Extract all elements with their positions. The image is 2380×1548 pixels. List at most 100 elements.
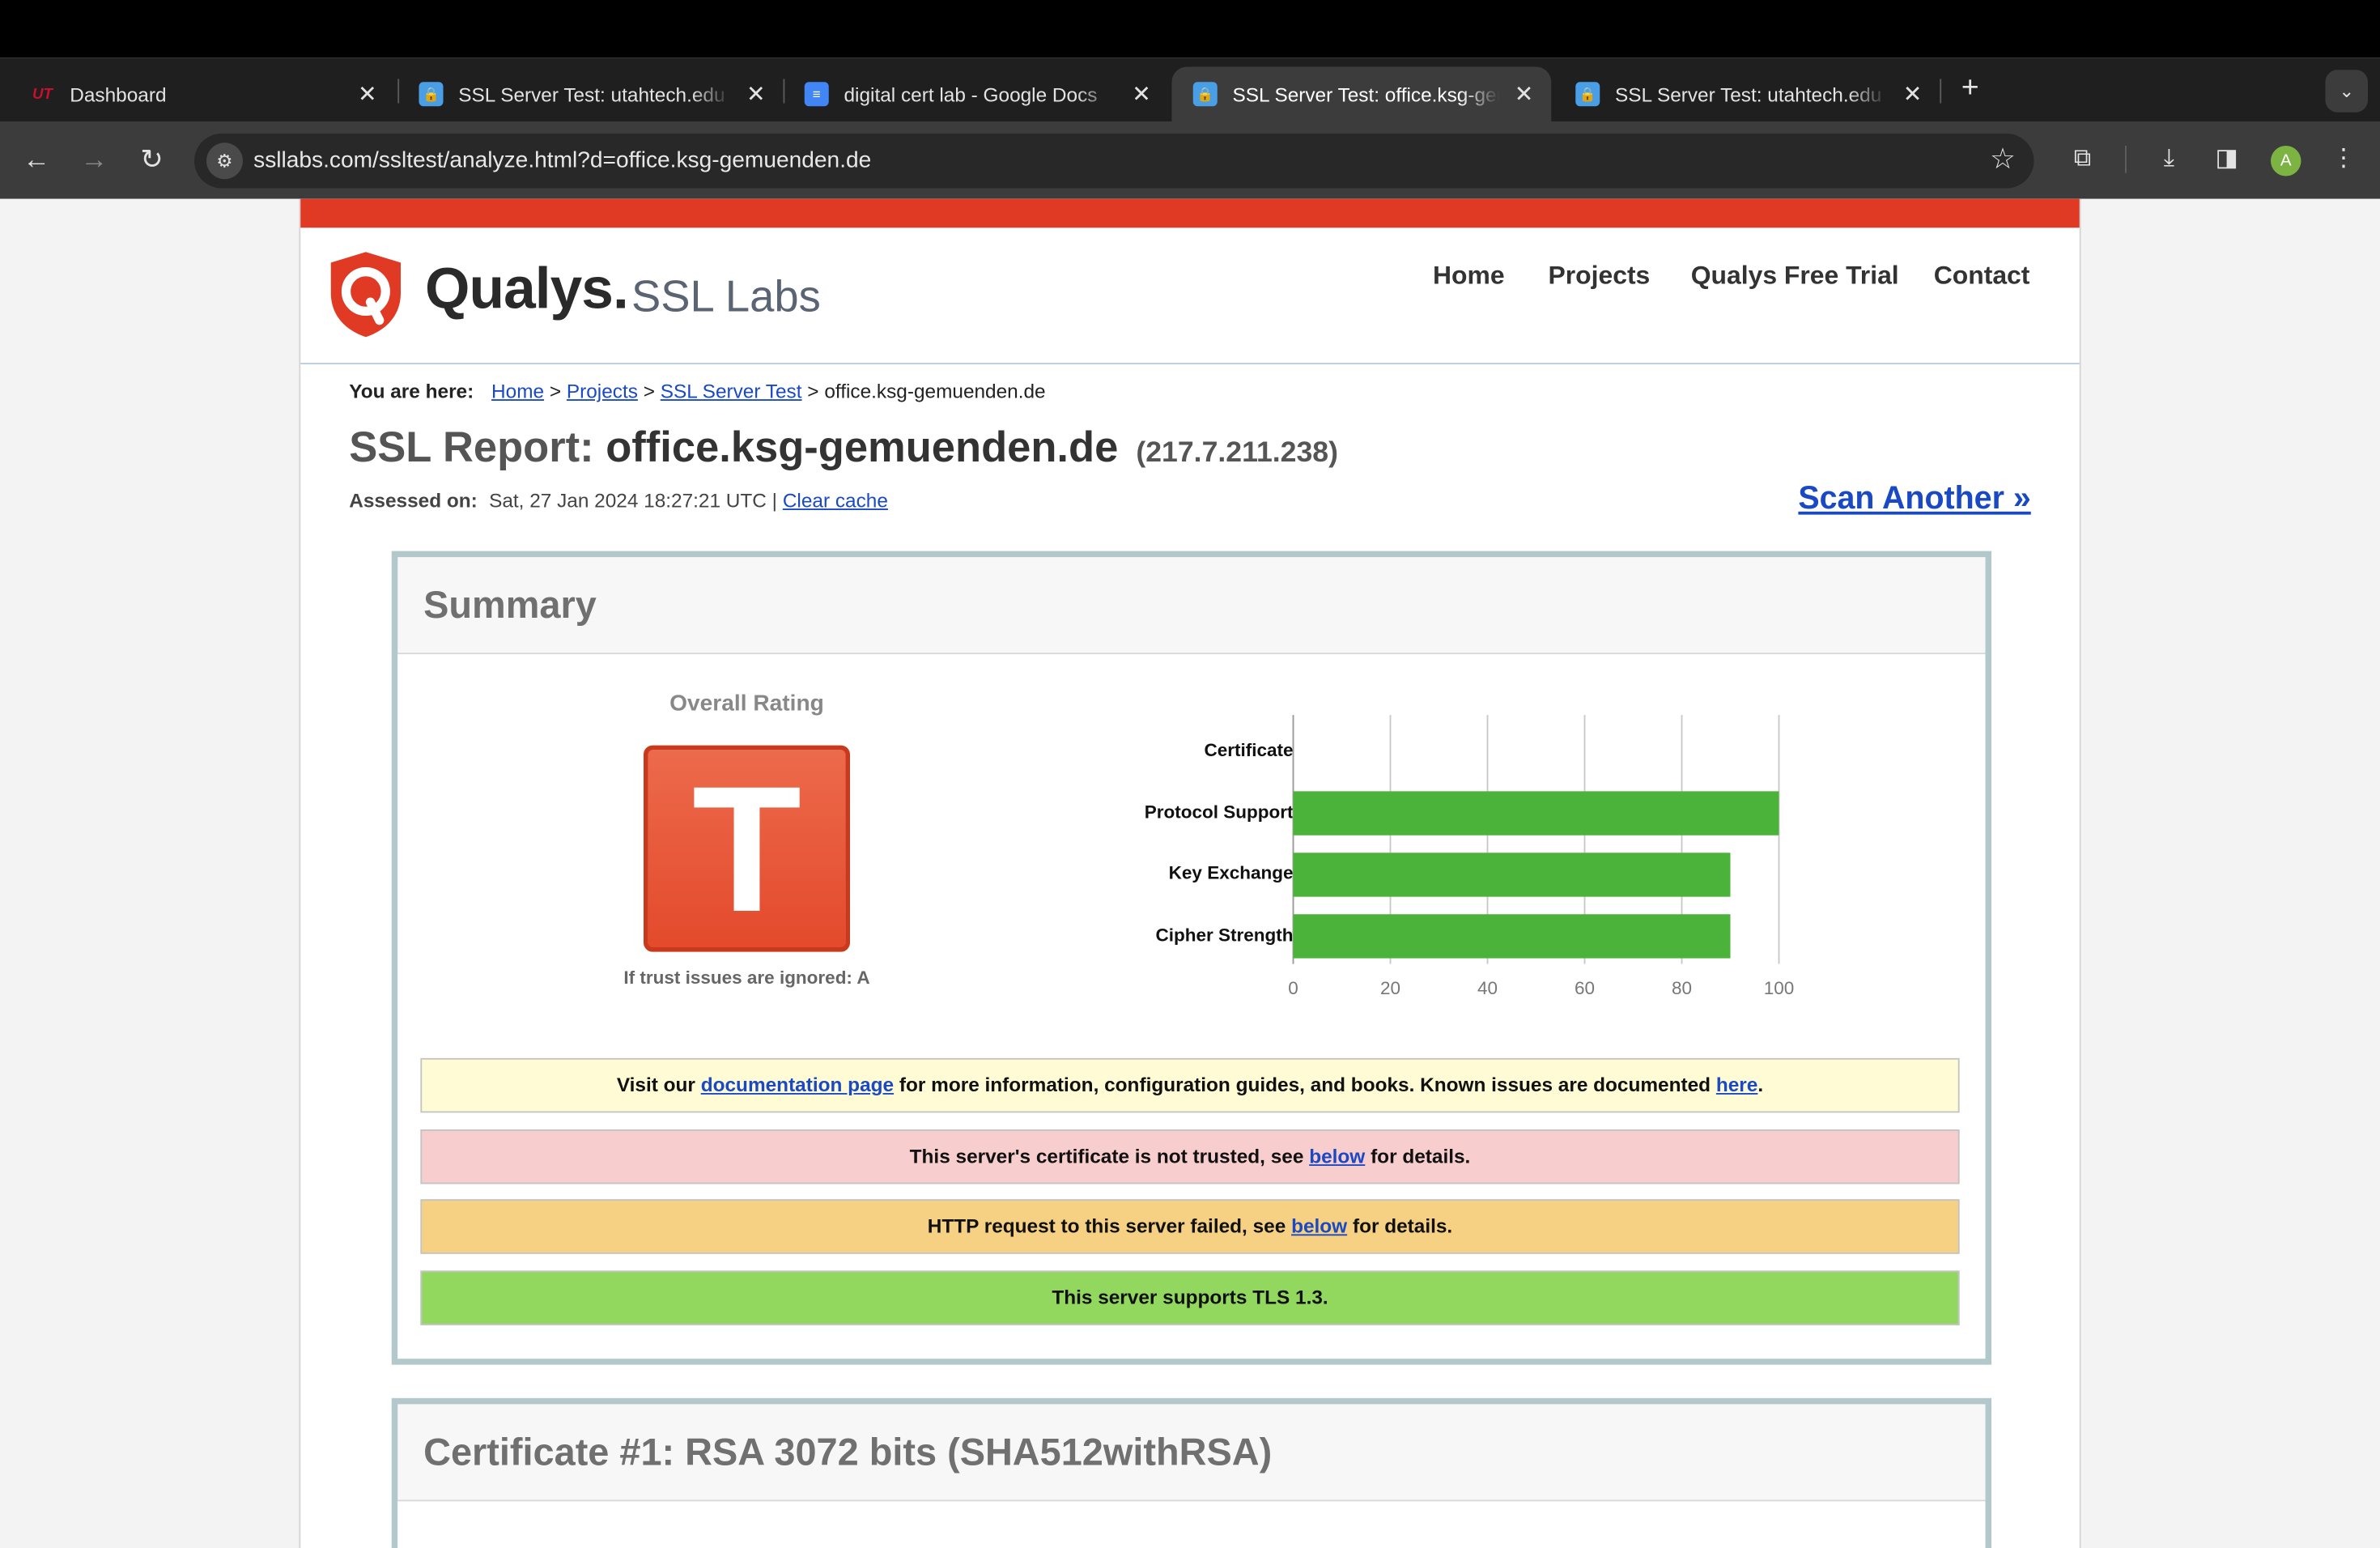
chart-bar [1293, 853, 1731, 897]
tab-separator [1940, 79, 1942, 104]
title-prefix: SSL Report: [349, 423, 594, 471]
nav-contact[interactable]: Contact [1934, 262, 2030, 292]
url-text[interactable]: ssllabs.com/ssltest/analyze.html?d=offic… [253, 147, 871, 173]
tab-google-docs[interactable]: ≡ digital cert lab - Google Docs ✕ [784, 67, 1169, 122]
trust-ignored-note: If trust issues are ignored: A [623, 967, 870, 989]
tab-label: SSL Server Test: utahtech.edu [1615, 83, 1882, 106]
site-header: Qualys. SSL Labs Home Projects Qualys Fr… [300, 228, 2080, 364]
chart-tick-label: 80 [1672, 978, 1692, 998]
tab-search-chevron-icon[interactable]: ⌄ [2325, 70, 2368, 113]
http-warning-message: HTTP request to this server failed, see … [420, 1199, 1960, 1254]
tab-separator [783, 79, 785, 104]
known-issues-link[interactable]: here [1716, 1074, 1758, 1096]
breadcrumb-projects-link[interactable]: Projects [567, 380, 638, 402]
tab-label: SSL Server Test: utahtech.edu [458, 83, 725, 106]
address-bar[interactable]: ⚙ ssllabs.com/ssltest/analyze.html?d=off… [194, 134, 2034, 189]
page-container: Qualys. SSL Labs Home Projects Qualys Fr… [299, 198, 2081, 1548]
chart-tick-label: 20 [1380, 978, 1400, 998]
scan-another-link[interactable]: Scan Another » [1798, 481, 2030, 517]
profile-avatar[interactable]: A [2271, 146, 2301, 176]
reload-icon[interactable]: ↻ [134, 141, 170, 177]
chart-tick-label: 0 [1288, 978, 1298, 998]
lock-favicon-icon: 🔒 [1192, 82, 1218, 107]
breadcrumb-current: office.ksg-gemuenden.de [824, 379, 1046, 402]
documentation-page-link[interactable]: documentation page [701, 1074, 894, 1096]
kebab-menu-icon[interactable]: ⋮ [2326, 141, 2362, 177]
trust-text: for details. [1371, 1144, 1471, 1167]
tab-ssl-office[interactable]: 🔒 SSL Server Test: office.ksg-gemuenden.… [1171, 66, 1552, 121]
assessed-value: Sat, 27 Jan 2024 18:27:21 UTC | [489, 488, 778, 512]
page-title: SSL Report: office.ksg-gemuenden.de (217… [349, 423, 1338, 472]
certificate-body [397, 1501, 1986, 1548]
tab-ssl-utahtech-2[interactable]: 🔒 SSL Server Test: utahtech.edu ✕ [1554, 67, 1940, 122]
side-panel-icon[interactable]: ◨ [2208, 141, 2245, 177]
summary-panel: Summary Overall Rating T If trust issues… [391, 551, 1991, 1365]
breadcrumb-prefix: You are here: [349, 379, 474, 402]
http-text: HTTP request to this server failed, see [927, 1214, 1286, 1238]
http-text: for details. [1352, 1214, 1453, 1238]
tab-separator [397, 79, 400, 104]
lock-favicon-icon: 🔒 [1575, 82, 1600, 107]
tab-strip: UT Dashboard ✕ 🔒 SSL Server Test: utahte… [0, 57, 2380, 121]
nav-home[interactable]: Home [1433, 262, 1505, 292]
toolbar-divider [2125, 146, 2127, 173]
window-top-bar [0, 0, 2380, 58]
docs-favicon-icon: ≡ [804, 82, 829, 107]
tab-ssl-utahtech[interactable]: 🔒 SSL Server Test: utahtech.edu ✕ [397, 67, 783, 122]
bookmark-star-icon[interactable]: ☆ [1990, 142, 2016, 179]
chart-tick-label: 100 [1764, 978, 1795, 998]
forward-arrow-icon[interactable]: → [76, 141, 113, 177]
trust-warning-message: This server's certificate is not trusted… [420, 1129, 1960, 1184]
breadcrumb: You are here: Home > Projects > SSL Serv… [349, 379, 1046, 402]
browser-toolbar: ← → ↻ ⚙ ssllabs.com/ssltest/analyze.html… [0, 121, 2380, 199]
extensions-puzzle-icon[interactable]: ⧉ [2064, 141, 2101, 177]
info-text: Visit our [616, 1073, 695, 1096]
qualys-shield-logo-icon[interactable] [328, 250, 404, 338]
tab-label: Dashboard [70, 83, 167, 106]
chart-tick-label: 40 [1477, 978, 1498, 998]
nav-projects[interactable]: Projects [1549, 262, 1651, 292]
chart-bar [1293, 791, 1779, 836]
download-icon[interactable]: ⤓ [2151, 141, 2187, 177]
tls13-message: This server supports TLS 1.3. [420, 1270, 1960, 1325]
nav-free-trial[interactable]: Qualys Free Trial [1691, 262, 1899, 292]
certificate-heading: Certificate #1: RSA 3072 bits (SHA512wit… [397, 1404, 1986, 1502]
info-message: Visit our documentation page for more in… [420, 1057, 1960, 1113]
title-host: office.ksg-gemuenden.de [606, 423, 1119, 471]
assessed-line: Assessed on: Sat, 27 Jan 2024 18:27:21 U… [349, 489, 888, 512]
chart-bar [1293, 914, 1731, 959]
clear-cache-link[interactable]: Clear cache [783, 489, 888, 512]
trust-text: This server's certificate is not trusted… [909, 1144, 1304, 1167]
page-viewport: Qualys. SSL Labs Home Projects Qualys Fr… [0, 198, 2380, 1548]
back-arrow-icon[interactable]: ← [19, 141, 55, 177]
tab-label: digital cert lab - Google Docs [844, 83, 1098, 106]
new-tab-plus-icon[interactable]: + [1952, 70, 1988, 106]
breadcrumb-ssltest-link[interactable]: SSL Server Test [661, 380, 802, 402]
certificate-panel: Certificate #1: RSA 3072 bits (SHA512wit… [391, 1397, 1991, 1548]
tab-close-icon[interactable]: ✕ [355, 80, 380, 108]
tab-close-icon[interactable]: ✕ [1129, 80, 1154, 108]
lock-favicon-icon: 🔒 [419, 82, 444, 107]
overall-rating-label: Overall Rating [669, 691, 824, 717]
tab-label: SSL Server Test: office.ksg-gemuenden.de [1232, 83, 1500, 106]
site-settings-icon[interactable]: ⚙ [206, 142, 243, 180]
summary-heading: Summary [397, 557, 1986, 655]
brand-subtitle[interactable]: SSL Labs [631, 274, 821, 324]
chart-tick-label: 60 [1575, 978, 1595, 998]
info-text: . [1757, 1073, 1764, 1096]
ut-favicon-icon: UT [32, 85, 53, 103]
score-chart-svg: 0 20 40 60 80 100 [1288, 715, 1795, 998]
tab-close-icon[interactable]: ✕ [744, 80, 768, 108]
breadcrumb-home-link[interactable]: Home [491, 380, 544, 402]
tab-close-icon[interactable]: ✕ [1901, 80, 1925, 108]
info-text: for more information, configuration guid… [899, 1073, 1711, 1096]
http-below-link[interactable]: below [1291, 1214, 1347, 1237]
brand-name[interactable]: Qualys. [425, 258, 629, 324]
tab-dashboard[interactable]: UT Dashboard ✕ [9, 67, 394, 122]
tab-close-icon[interactable]: ✕ [1512, 80, 1536, 108]
trust-below-link[interactable]: below [1309, 1145, 1365, 1167]
score-chart: Certificate Protocol Support Key Exchange C… [1065, 709, 1825, 1028]
grade-badge: T [644, 745, 850, 952]
brand-red-bar [300, 198, 2080, 228]
title-ip: (217.7.211.238) [1136, 437, 1338, 470]
